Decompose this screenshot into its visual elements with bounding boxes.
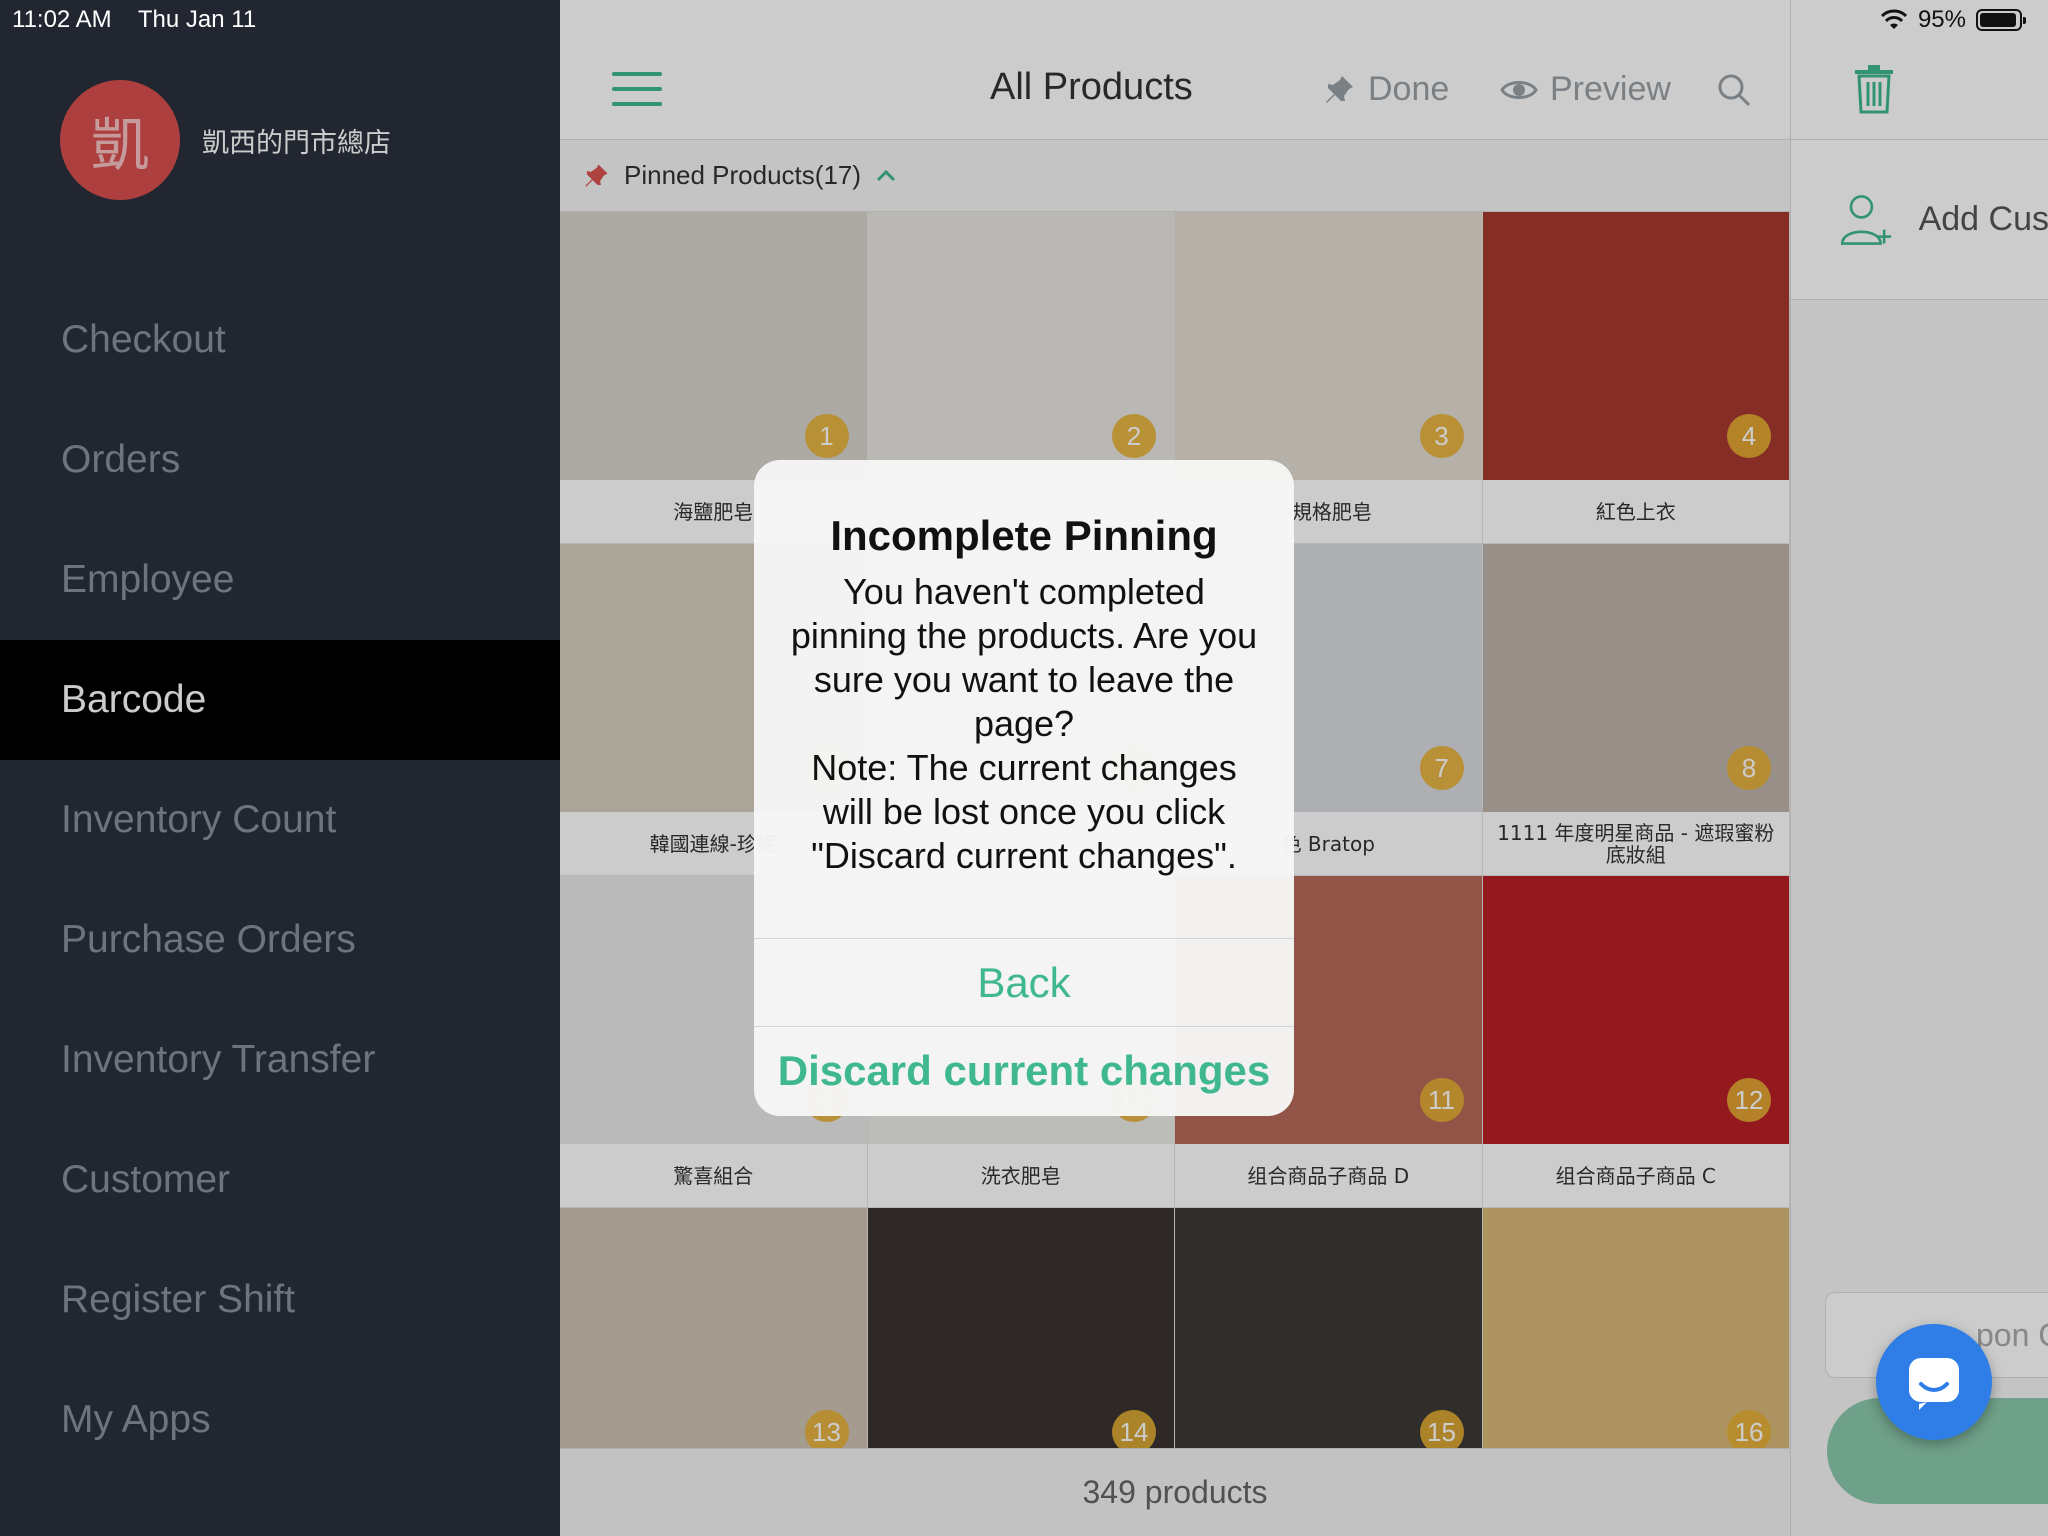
discard-changes-button[interactable]: Discard current changes: [754, 1026, 1294, 1114]
back-button[interactable]: Back: [754, 938, 1294, 1026]
dialog-title: Incomplete Pinning: [830, 512, 1218, 559]
incomplete-pinning-dialog: Incomplete Pinning You haven't completed…: [754, 460, 1294, 1116]
chat-button[interactable]: [1876, 1324, 1992, 1440]
chat-icon: [1909, 1358, 1959, 1410]
dialog-message: You haven't completed pinning the produc…: [754, 570, 1294, 878]
dialog-note-text: Note: The current changes will be lost o…: [811, 747, 1237, 876]
dialog-message-text: You haven't completed pinning the produc…: [790, 571, 1258, 744]
